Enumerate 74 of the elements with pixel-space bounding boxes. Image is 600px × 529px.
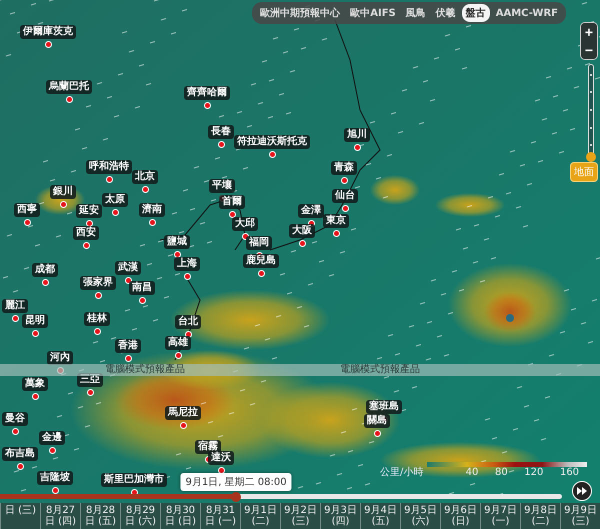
city-label: 福岡 [246, 236, 272, 250]
city-label: 大邱 [232, 217, 258, 231]
city-label: 香港 [115, 339, 141, 353]
city-label: 長春 [208, 125, 234, 139]
legend-tick: 160 [560, 467, 580, 478]
city-label: 烏蘭巴托 [46, 80, 92, 94]
city-label: 布吉島 [2, 447, 38, 461]
city-label: 成都 [32, 263, 58, 277]
model-tab[interactable]: 歐中AIFS [346, 4, 400, 22]
city-label: 平壤 [209, 179, 235, 193]
notice-text: 電腦模式預報產品 [105, 364, 185, 376]
city-label: 馬尼拉 [165, 406, 201, 420]
city-label: 關島 [364, 414, 390, 428]
city-label: 麗江 [2, 299, 28, 313]
day-label[interactable]: 9月5日 (六) [400, 503, 440, 529]
city-label: 上海 [174, 257, 200, 271]
city-label: 斯里巴加灣市 [101, 473, 167, 487]
day-label[interactable]: 日 (三) [0, 503, 40, 529]
city-label: 吉隆坡 [37, 471, 73, 485]
city-label: 青森 [331, 161, 357, 175]
city-label: 曼谷 [2, 412, 28, 426]
city-label: 北京 [132, 170, 158, 184]
city-label: 金邊 [39, 431, 65, 445]
day-label[interactable]: 8月30日 (日) [160, 503, 200, 529]
city-label: 南昌 [129, 281, 155, 295]
city-label: 達沃 [208, 451, 234, 465]
city-label: 大阪 [289, 224, 315, 238]
city-label: 昆明 [22, 314, 48, 328]
city-label: 齊齊哈爾 [184, 86, 230, 100]
city-label: 河內 [47, 351, 73, 365]
fast-forward-icon [577, 487, 587, 495]
city-label: 金澤 [298, 204, 324, 218]
day-label[interactable]: 9月9日 (三) [560, 503, 600, 529]
city-label: 塞班島 [366, 400, 402, 414]
city-label: 銀川 [50, 185, 76, 199]
model-tab[interactable]: 風鳥 [402, 4, 430, 22]
city-label: 太原 [102, 193, 128, 207]
city-label: 高雄 [165, 336, 191, 350]
city-label: 西寧 [14, 203, 40, 217]
day-label[interactable]: 9月2日 (三) [280, 503, 320, 529]
city-label: 首爾 [219, 195, 245, 209]
city-label: 東京 [323, 214, 349, 228]
day-label[interactable]: 8月28日 (五) [80, 503, 120, 529]
day-label[interactable]: 9月1日 (二) [240, 503, 280, 529]
city-label: 張家界 [80, 276, 116, 290]
city-label: 旭川 [344, 128, 370, 142]
city-label: 武漢 [115, 261, 141, 275]
altitude-slider[interactable] [586, 64, 596, 162]
city-label: 符拉迪沃斯托克 [234, 135, 310, 149]
city-label: 延安 [76, 204, 102, 218]
model-tab[interactable]: 歐洲中期預報中心 [256, 4, 344, 22]
model-tab[interactable]: AAMC-WRF [492, 6, 562, 20]
notice-text: 電腦模式預報產品 [340, 364, 420, 376]
day-label[interactable]: 9月8日 (二) [520, 503, 560, 529]
city-label: 濟南 [139, 203, 165, 217]
day-label[interactable]: 9月6日 (日) [440, 503, 480, 529]
city-label: 鹿兒島 [243, 254, 279, 268]
city-label: 仙台 [332, 189, 358, 203]
city-label: 鹽城 [164, 235, 190, 249]
day-label[interactable]: 8月27日 (四) [40, 503, 80, 529]
model-tab[interactable]: 伏羲 [432, 4, 460, 22]
day-label[interactable]: 9月7日 (一) [480, 503, 520, 529]
day-label[interactable]: 8月31日 (一) [200, 503, 240, 529]
city-label: 呼和浩特 [86, 160, 132, 174]
day-label[interactable]: 9月3日 (四) [320, 503, 360, 529]
city-label: 萬象 [22, 377, 48, 391]
city-label: 台北 [175, 315, 201, 329]
city-label: 西安 [73, 226, 99, 240]
city-label: 伊爾庫茨克 [20, 25, 76, 39]
model-tab[interactable]: 盤古 [462, 4, 490, 22]
time-tooltip: 9月1日, 星期二 08:00 [180, 473, 292, 491]
day-label[interactable]: 9月4日 (五) [360, 503, 400, 529]
city-label: 桂林 [84, 312, 110, 326]
day-label[interactable]: 8月29日 (六) [120, 503, 160, 529]
